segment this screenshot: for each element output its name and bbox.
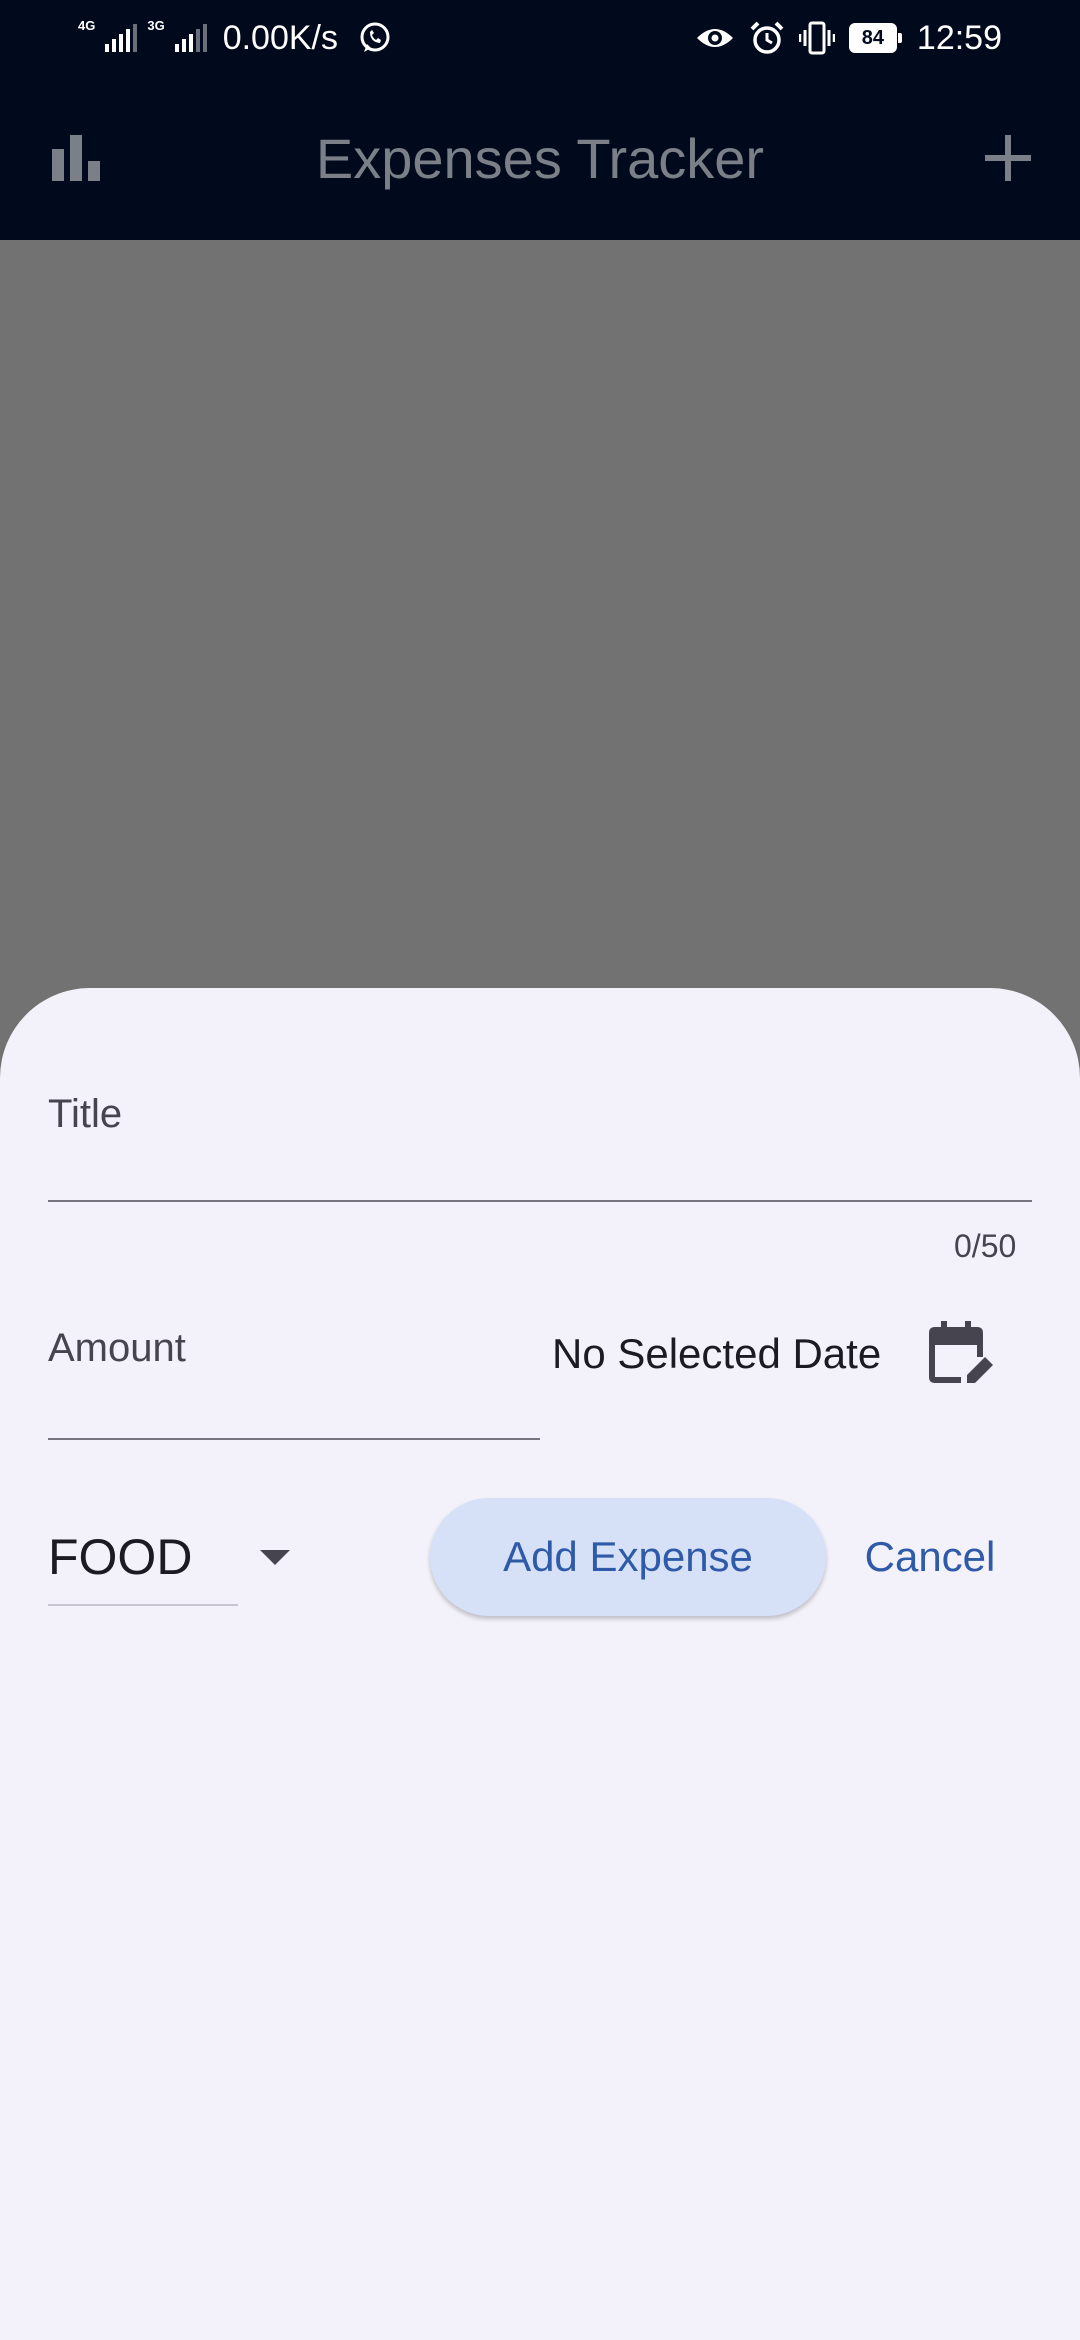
whatsapp-icon (360, 22, 390, 52)
alarm-icon (750, 21, 784, 54)
network-speed: 0.00K/s (222, 18, 338, 57)
network-type-1: 4G (78, 18, 96, 33)
category-value: FOOD (48, 1529, 193, 1585)
network-type-2: 3G (147, 18, 165, 33)
status-left: 4G 3G 0.00K/s (78, 14, 392, 62)
plus-icon (985, 135, 1031, 181)
selected-date-text: No Selected Date (552, 1330, 882, 1377)
category-underline (48, 1604, 238, 1606)
vibrate-icon (798, 21, 835, 55)
eye-icon (696, 29, 733, 47)
app-bar: Expenses Tracker (0, 76, 1080, 240)
title-label: Title (48, 1092, 123, 1136)
title-input[interactable]: Title (48, 1080, 1032, 1204)
category-dropdown[interactable]: FOOD (48, 1518, 308, 1606)
signal-icon-2 (174, 24, 207, 52)
dropdown-arrow-icon (260, 1550, 290, 1565)
add-expense-icon-button[interactable] (972, 122, 1044, 194)
title-underline (48, 1200, 1032, 1202)
amount-underline (48, 1438, 540, 1440)
calendar-edit-icon (929, 1321, 993, 1383)
pick-date-button[interactable] (920, 1314, 1000, 1394)
cancel-button[interactable]: Cancel (850, 1498, 1010, 1616)
status-bar: 4G 3G 0.00K/s 84 12:59 (0, 0, 1080, 76)
amount-label: Amount (48, 1326, 186, 1370)
clock: 12:59 (916, 18, 1002, 57)
amount-input[interactable]: Amount (48, 1314, 540, 1442)
app-title: Expenses Tracker (315, 126, 765, 190)
add-expense-button[interactable]: Add Expense (430, 1498, 826, 1616)
signal-icon (105, 24, 138, 52)
battery-icon: 84 (848, 23, 902, 53)
title-character-counter: 0/50 (954, 1228, 1017, 1264)
status-right: 84 12:59 (695, 14, 1002, 62)
modal-scrim[interactable] (0, 240, 1080, 1000)
